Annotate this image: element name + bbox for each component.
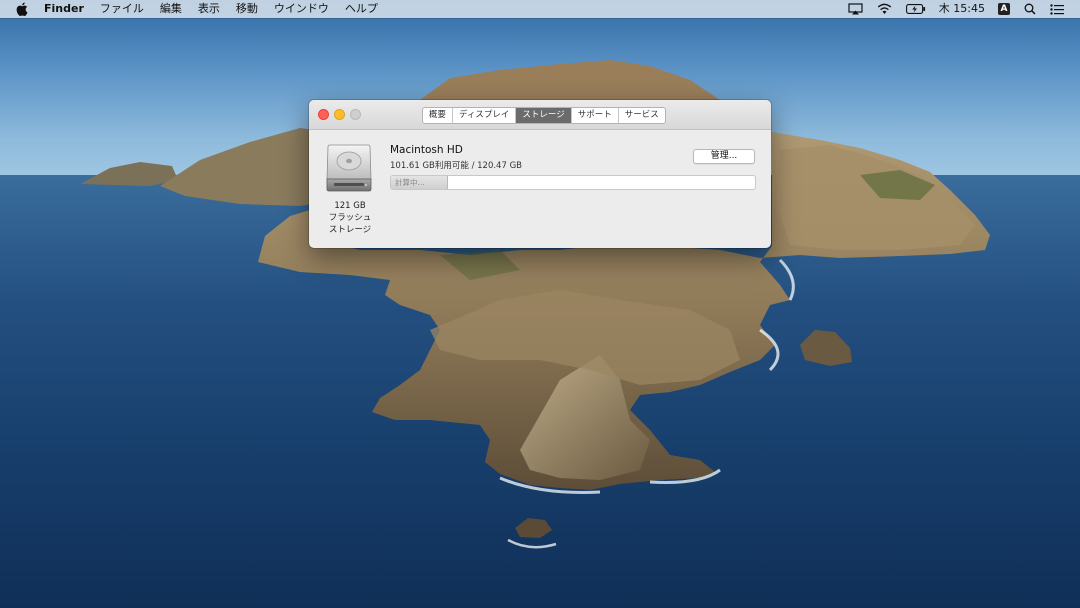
menu-app-finder[interactable]: Finder <box>36 0 92 18</box>
storage-pane: 121 GB フラッシュ ストレージ Macintosh HD 101.61 G… <box>309 130 771 248</box>
menu-clock[interactable]: 木 15:45 <box>933 0 991 18</box>
hard-drive-icon <box>326 143 372 197</box>
menu-bar: Finder ファイル 編集 表示 移動 ウインドウ ヘルプ 木 15:45 A <box>0 0 1080 18</box>
wallpaper-island <box>80 60 990 549</box>
menu-window[interactable]: ウインドウ <box>266 0 337 18</box>
drive-type-line1: フラッシュ <box>328 213 372 223</box>
menu-help[interactable]: ヘルプ <box>337 0 386 18</box>
airplay-icon[interactable] <box>841 0 870 18</box>
menu-go[interactable]: 移動 <box>228 0 266 18</box>
disk-name: Macintosh HD <box>390 144 463 156</box>
desktop-wallpaper <box>0 0 1080 608</box>
wifi-icon[interactable] <box>870 0 899 18</box>
input-source-badge: A <box>998 3 1010 15</box>
window-titlebar[interactable]: 概要 ディスプレイ ストレージ サポート サービス <box>309 100 771 130</box>
zoom-button <box>350 109 361 120</box>
tab-displays[interactable]: ディスプレイ <box>453 108 517 123</box>
menu-view[interactable]: 表示 <box>190 0 228 18</box>
minimize-button[interactable] <box>334 109 345 120</box>
tab-service[interactable]: サービス <box>619 108 665 123</box>
drive-caption: 121 GB フラッシュ ストレージ <box>318 200 382 236</box>
tab-bar: 概要 ディスプレイ ストレージ サポート サービス <box>422 107 666 124</box>
drive-type-line2: ストレージ <box>328 225 372 235</box>
storage-usage-bar: 計算中... <box>390 175 756 190</box>
battery-icon[interactable] <box>899 0 933 18</box>
about-this-mac-window: 概要 ディスプレイ ストレージ サポート サービス 121 GB フラッシュ ス… <box>309 100 771 248</box>
tab-overview[interactable]: 概要 <box>423 108 454 123</box>
menu-edit[interactable]: 編集 <box>152 0 190 18</box>
apple-icon[interactable] <box>16 2 28 16</box>
menu-bar-left: Finder ファイル 編集 表示 移動 ウインドウ ヘルプ <box>0 0 386 18</box>
drive-capacity: 121 GB <box>334 201 366 211</box>
input-source-icon[interactable]: A <box>991 0 1017 18</box>
storage-bar-status: 計算中... <box>395 178 425 187</box>
close-button[interactable] <box>318 109 329 120</box>
menu-bar-status-area: 木 15:45 A <box>841 0 1080 18</box>
disk-usage: 101.61 GB利用可能 / 120.47 GB <box>390 161 522 171</box>
tab-support[interactable]: サポート <box>572 108 619 123</box>
spotlight-icon[interactable] <box>1017 0 1043 18</box>
notification-center-icon[interactable] <box>1043 0 1080 18</box>
menu-file[interactable]: ファイル <box>92 0 152 18</box>
tab-storage[interactable]: ストレージ <box>516 108 572 123</box>
manage-button[interactable]: 管理... <box>693 149 755 164</box>
